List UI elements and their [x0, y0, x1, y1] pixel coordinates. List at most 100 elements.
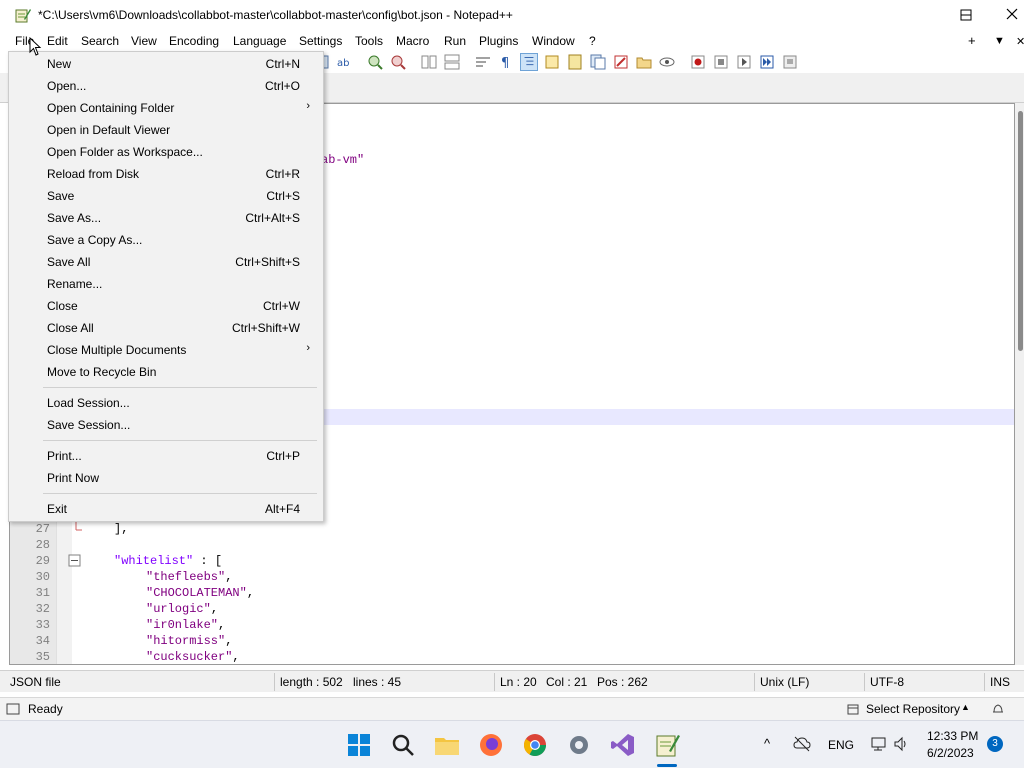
menu-item-save-all[interactable]: Save All Ctrl+Shift+S: [10, 251, 322, 273]
menu-item-save-copy-as[interactable]: Save a Copy As...: [10, 229, 322, 251]
show-all-chars-icon[interactable]: ¶: [497, 53, 515, 71]
svg-text:ab: ab: [337, 58, 349, 69]
notification-badge[interactable]: 3: [987, 736, 1003, 752]
sync-vertical-icon[interactable]: [420, 53, 438, 71]
menu-tools[interactable]: Tools: [354, 34, 384, 48]
settings-gear-icon[interactable]: [565, 731, 593, 759]
code-line: "hitormiss",: [146, 634, 233, 648]
folder-icon[interactable]: [635, 53, 653, 71]
menu-settings[interactable]: Settings: [298, 34, 343, 48]
bell-icon[interactable]: [991, 702, 1005, 716]
status-pos: Pos : 262: [597, 675, 648, 689]
eye-icon[interactable]: [658, 53, 676, 71]
line-number: 34: [35, 634, 50, 648]
scrollbar-thumb[interactable]: [1018, 111, 1023, 351]
word-wrap-icon[interactable]: [474, 53, 492, 71]
menu-item-close-multiple[interactable]: Close Multiple Documents ›: [10, 339, 322, 361]
menu-item-label: Exit: [47, 502, 68, 516]
menu-search[interactable]: Search: [80, 34, 120, 48]
play-macro-icon[interactable]: [735, 53, 753, 71]
close-window-button[interactable]: [990, 4, 1024, 26]
menu-macro[interactable]: Macro: [395, 34, 430, 48]
menu-plugins[interactable]: Plugins: [478, 34, 519, 48]
code-line: "ir0nlake",: [146, 618, 226, 632]
menu-item-open-folder-workspace[interactable]: Open Folder as Workspace...: [10, 141, 322, 163]
menu-item-new[interactable]: New Ctrl+N: [10, 53, 322, 75]
fold-toggle-icon[interactable]: [68, 554, 82, 568]
doc-map-icon[interactable]: [543, 53, 561, 71]
menu-item-label: Load Session...: [47, 396, 130, 410]
menu-item-close[interactable]: Close Ctrl+W: [10, 295, 322, 317]
folder-workspace-icon[interactable]: [589, 53, 607, 71]
menu-encoding[interactable]: Encoding: [168, 34, 220, 48]
close-tab-button[interactable]: ✕: [1016, 35, 1024, 48]
monitoring-icon[interactable]: [612, 53, 630, 71]
indent-guide-icon[interactable]: [520, 53, 538, 71]
menu-help[interactable]: ?: [588, 34, 597, 48]
menu-item-save[interactable]: Save Ctrl+S: [10, 185, 322, 207]
menu-window[interactable]: Window: [531, 34, 576, 48]
stop-macro-icon[interactable]: [712, 53, 730, 71]
sync-horizontal-icon[interactable]: [443, 53, 461, 71]
clock-date[interactable]: 6/2/2023: [927, 746, 974, 760]
code-line: "CHOCOLATEMAN",: [146, 586, 255, 600]
menu-item-label: Close: [47, 299, 78, 313]
line-number: 30: [35, 570, 50, 584]
notepadpp-taskbar-icon[interactable]: [653, 731, 681, 759]
save-macro-icon[interactable]: [781, 53, 799, 71]
vertical-scrollbar[interactable]: [1015, 103, 1024, 665]
network-icon[interactable]: [870, 736, 888, 752]
menu-item-label: Save As...: [47, 211, 102, 225]
firefox-icon[interactable]: [477, 731, 505, 759]
menu-item-label: Print Now: [47, 471, 100, 485]
file-explorer-icon[interactable]: [433, 731, 461, 759]
run-macro-multiple-icon[interactable]: [758, 53, 776, 71]
menu-item-label: Rename...: [47, 277, 103, 291]
chrome-icon[interactable]: [521, 731, 549, 759]
code-line: "thefleebs",: [146, 570, 233, 584]
function-list-icon[interactable]: [566, 53, 584, 71]
visual-studio-icon[interactable]: [609, 731, 637, 759]
ab-replace-icon[interactable]: ab: [335, 53, 353, 71]
menu-item-save-session[interactable]: Save Session...: [10, 414, 322, 436]
windows-start-icon[interactable]: [345, 731, 373, 759]
menu-item-exit[interactable]: Exit Alt+F4: [10, 498, 322, 520]
status-length: length : 502: [280, 675, 343, 689]
clock-time[interactable]: 12:33 PM: [927, 729, 978, 743]
menu-run[interactable]: Run: [443, 34, 467, 48]
status-divider: [494, 673, 495, 691]
menu-item-save-as[interactable]: Save As... Ctrl+Alt+S: [10, 207, 322, 229]
zoom-in-icon[interactable]: [366, 53, 384, 71]
menu-item-reload[interactable]: Reload from Disk Ctrl+R: [10, 163, 322, 185]
menu-item-recycle-bin[interactable]: Move to Recycle Bin: [10, 361, 322, 383]
new-tab-button[interactable]: +: [968, 33, 976, 48]
language-indicator[interactable]: ENG: [828, 738, 854, 752]
chevron-up-icon[interactable]: ▲: [961, 702, 970, 712]
menu-item-label: Save a Copy As...: [47, 233, 143, 247]
menu-view[interactable]: View: [130, 34, 158, 48]
menu-item-print[interactable]: Print... Ctrl+P: [10, 445, 322, 467]
chevron-up-tray-icon[interactable]: ^: [764, 736, 770, 751]
select-repository[interactable]: Select Repository: [866, 702, 960, 716]
menu-item-shortcut: Ctrl+W: [263, 299, 300, 313]
menu-item-close-all[interactable]: Close All Ctrl+Shift+W: [10, 317, 322, 339]
menu-item-open-default-viewer[interactable]: Open in Default Viewer: [10, 119, 322, 141]
status-divider: [274, 673, 275, 691]
search-icon[interactable]: [389, 731, 417, 759]
menu-item-load-session[interactable]: Load Session...: [10, 392, 322, 414]
cloud-offline-icon[interactable]: [793, 736, 811, 752]
menu-language[interactable]: Language: [232, 34, 287, 48]
volume-icon[interactable]: [893, 736, 909, 752]
menu-edit[interactable]: Edit: [46, 34, 69, 48]
menu-item-rename[interactable]: Rename...: [10, 273, 322, 295]
status-lines: lines : 45: [353, 675, 402, 689]
menu-item-open-containing-folder[interactable]: Open Containing Folder ›: [10, 97, 322, 119]
record-macro-icon[interactable]: [689, 53, 707, 71]
menu-item-open[interactable]: Open... Ctrl+O: [10, 75, 322, 97]
tab-list-button[interactable]: ▼: [994, 35, 1005, 47]
line-number: 35: [35, 650, 50, 664]
zoom-out-icon[interactable]: [389, 53, 407, 71]
title-bar[interactable]: *C:\Users\vm6\Downloads\collabbot-master…: [0, 0, 1024, 31]
menu-item-print-now[interactable]: Print Now: [10, 467, 322, 489]
maximize-button[interactable]: [944, 4, 990, 26]
